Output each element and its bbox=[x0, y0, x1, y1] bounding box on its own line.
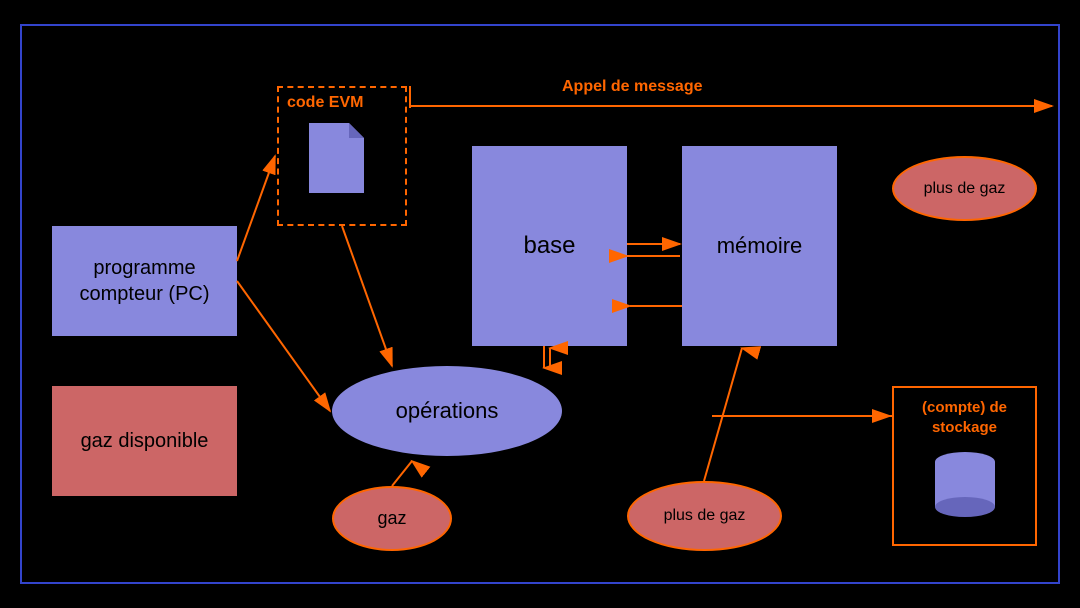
operations-label: opérations bbox=[396, 398, 499, 424]
box-base: base bbox=[472, 146, 627, 346]
gaz-disponible-label: gaz disponible bbox=[81, 428, 209, 454]
gaz-label: gaz bbox=[377, 508, 406, 529]
ellipse-gaz: gaz bbox=[332, 486, 452, 551]
box-code-evm: code EVM bbox=[277, 86, 407, 226]
box-programme-compteur: programme compteur (PC) bbox=[52, 226, 237, 336]
memoire-label: mémoire bbox=[717, 233, 803, 259]
main-container: programme compteur (PC) gaz disponible c… bbox=[20, 24, 1060, 584]
code-evm-label: code EVM bbox=[287, 94, 363, 112]
box-gaz-disponible: gaz disponible bbox=[52, 386, 237, 496]
ellipse-plus-gaz-bottom: plus de gaz bbox=[627, 481, 782, 551]
plus-gaz-top-label: plus de gaz bbox=[924, 180, 1006, 198]
pc-label: programme compteur (PC) bbox=[52, 255, 237, 307]
ellipse-operations: opérations bbox=[332, 366, 562, 456]
document-icon bbox=[309, 123, 364, 193]
box-compte-stockage: (compte) de stockage bbox=[892, 386, 1037, 546]
box-memoire: mémoire bbox=[682, 146, 837, 346]
database-icon bbox=[930, 447, 1000, 527]
base-label: base bbox=[523, 232, 575, 260]
plus-gaz-bottom-label: plus de gaz bbox=[664, 507, 746, 525]
ellipse-plus-gaz-top: plus de gaz bbox=[892, 156, 1037, 221]
appel-message-label: Appel de message bbox=[562, 78, 703, 96]
compte-stockage-label: (compte) de stockage bbox=[894, 398, 1035, 437]
